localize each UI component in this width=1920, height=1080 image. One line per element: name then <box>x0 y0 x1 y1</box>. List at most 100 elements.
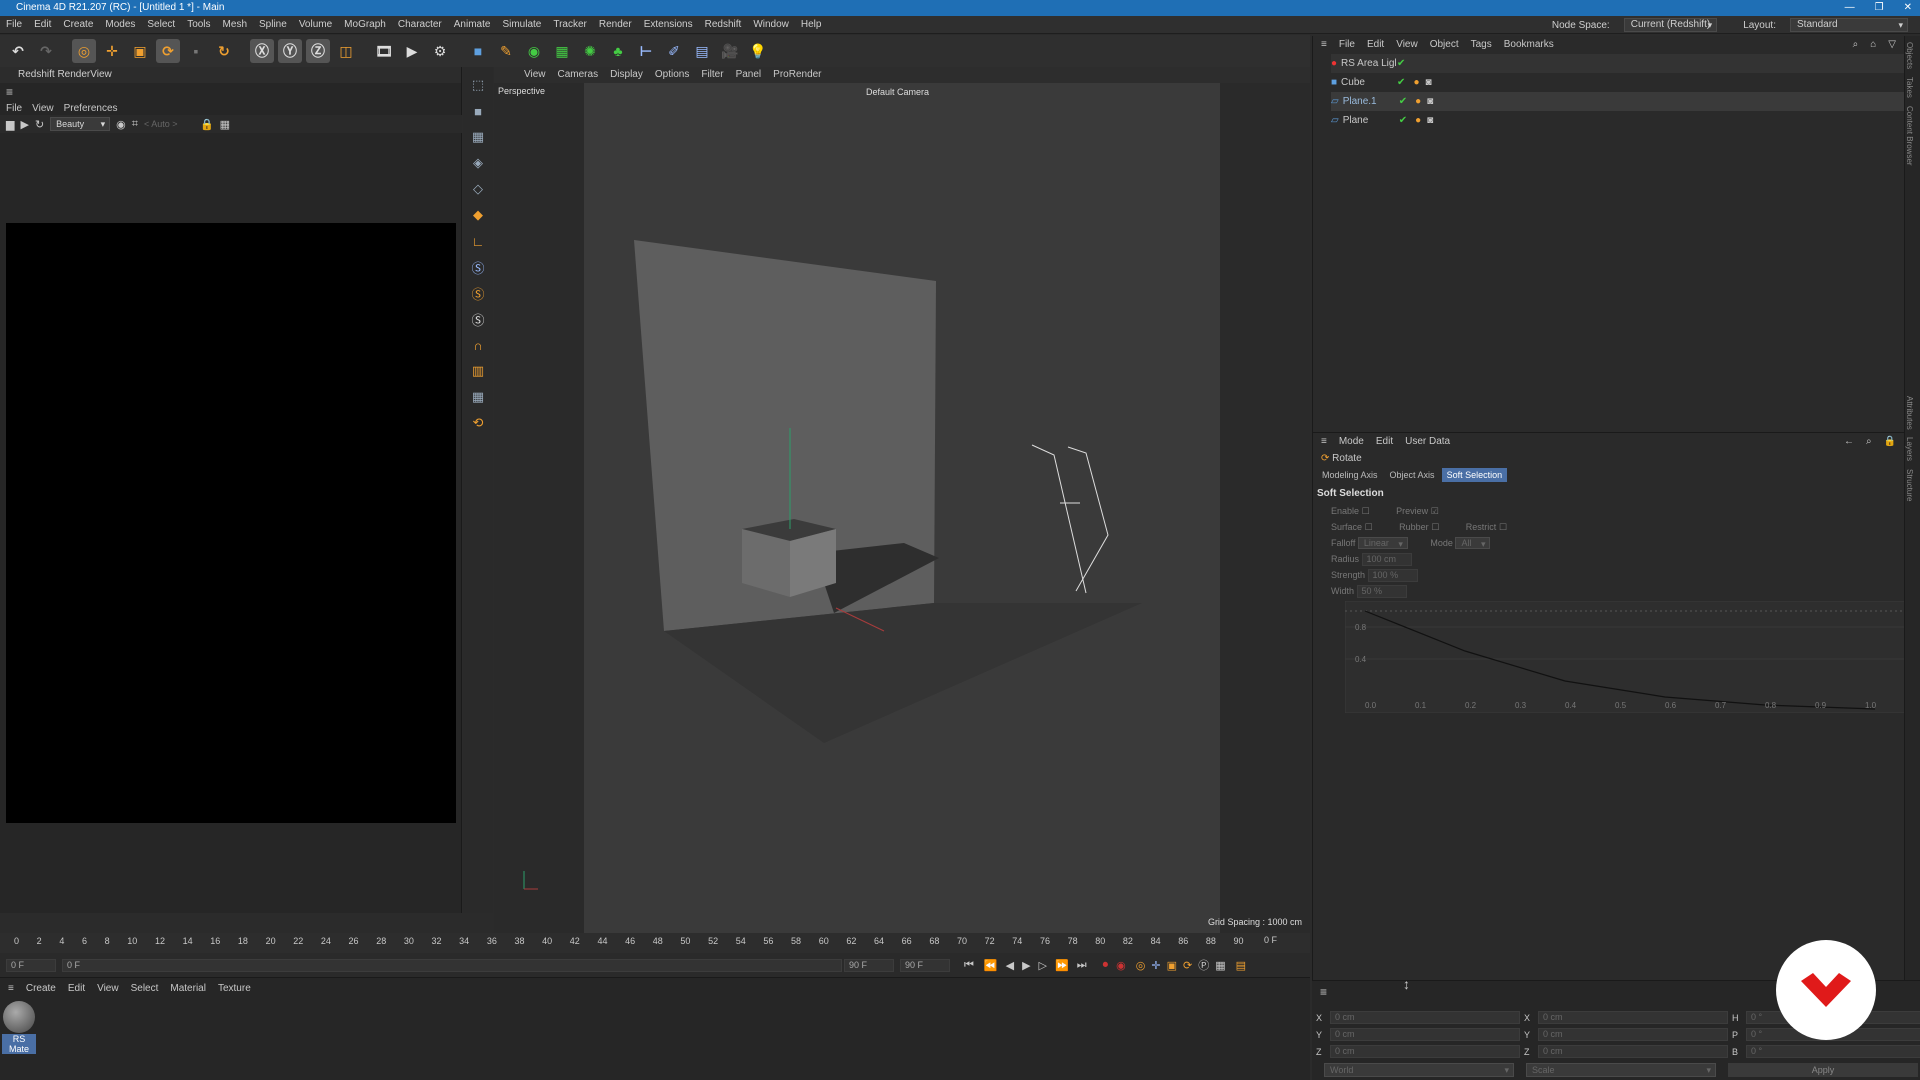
render-view-icon[interactable]: ▶ <box>400 39 424 63</box>
snap-settings-icon[interactable]: Ⓢ <box>466 281 490 305</box>
object-row[interactable]: ● RS Area Ligl ✔ <box>1331 54 1904 73</box>
object-row[interactable]: ▱ Plane.1 ✔ ● ◙ <box>1331 92 1904 111</box>
scale-icon[interactable]: ▣ <box>128 39 152 63</box>
radius-field[interactable]: 100 cm <box>1361 553 1412 566</box>
go-end-icon[interactable]: ⏭ <box>1077 959 1087 972</box>
search-icon[interactable]: ⌕ <box>1853 39 1859 51</box>
tag-icon[interactable]: ● <box>1415 115 1421 126</box>
mat-menu-create[interactable]: Create <box>26 983 56 994</box>
last-tool-icon[interactable]: ▪ <box>184 39 208 63</box>
record-icon[interactable]: ⏺ <box>1103 959 1109 972</box>
render-region-icon[interactable]: 🎞 <box>372 39 396 63</box>
save-icon[interactable]: ▆ <box>6 118 14 131</box>
falloff-graph[interactable]: 0.8 0.4 0.0 0.1 0.2 0.3 0.4 0.5 0.6 0.7 … <box>1345 601 1905 713</box>
menu-mograph[interactable]: MoGraph <box>338 19 392 30</box>
pos-x-field[interactable]: 0 cm <box>1330 1011 1520 1024</box>
object-row[interactable]: ■ Cube ✔ ● ◙ <box>1331 73 1904 92</box>
cloner-icon[interactable]: ✺ <box>578 39 602 63</box>
recent-tool-icon[interactable]: ↻ <box>212 39 236 63</box>
filter-icon[interactable]: ▽ <box>1888 39 1896 51</box>
vp-menu-filter[interactable]: Filter <box>701 67 723 83</box>
menu-file[interactable]: File <box>0 19 28 30</box>
preview-end-field[interactable]: 90 F <box>844 958 894 972</box>
play-forward-icon[interactable]: ▶ <box>1022 959 1030 972</box>
floor-icon[interactable]: ▤ <box>690 39 714 63</box>
render-settings-icon[interactable]: ⚙ <box>428 39 452 63</box>
width-field[interactable]: 50 % <box>1356 585 1407 598</box>
side-tab-content-browser[interactable]: Content Browser <box>1905 106 1914 166</box>
end-frame-field[interactable]: 90 F <box>900 958 950 972</box>
prev-key-icon[interactable]: ⏪ <box>984 959 998 972</box>
side-tab-objects[interactable]: Objects <box>1905 42 1914 69</box>
menu-simulate[interactable]: Simulate <box>496 19 547 30</box>
tag-icon[interactable]: ● <box>1415 96 1421 107</box>
vp-menu-options[interactable]: Options <box>655 67 689 83</box>
model-mode-icon[interactable]: ⬚ <box>466 73 490 97</box>
magnet-icon[interactable]: ∩ <box>466 333 490 357</box>
lock-icon[interactable]: 🔒 <box>200 118 214 131</box>
menu-spline[interactable]: Spline <box>253 19 293 30</box>
node-space-dropdown[interactable]: Current (Redshift) <box>1623 18 1718 32</box>
go-start-icon[interactable]: ⏮ <box>964 959 974 972</box>
menu-volume[interactable]: Volume <box>293 19 338 30</box>
panel-menu-icon[interactable]: ≡ <box>8 983 14 994</box>
attr-menu-mode[interactable]: Mode <box>1339 436 1364 448</box>
layout-dropdown[interactable]: Standard <box>1790 18 1908 32</box>
axis-mode-icon[interactable]: ∟ <box>466 229 490 253</box>
panel-menu-icon[interactable]: ≡ <box>6 85 13 99</box>
menu-redshift[interactable]: Redshift <box>699 19 748 30</box>
prev-frame-icon[interactable]: ◀ <box>1006 959 1014 972</box>
rv-menu-preferences[interactable]: Preferences <box>64 103 118 114</box>
falloff-dropdown[interactable]: Linear <box>1357 537 1408 549</box>
visibility-check-icon[interactable]: ✔ <box>1397 58 1405 69</box>
live-selection-icon[interactable]: ◎ <box>72 39 96 63</box>
pos-z-field[interactable]: 0 cm <box>1330 1045 1520 1058</box>
deformer-icon[interactable]: ⊢ <box>634 39 658 63</box>
field-icon[interactable]: ✐ <box>662 39 686 63</box>
vp-menu-panel[interactable]: Panel <box>736 67 762 83</box>
obj-menu-edit[interactable]: Edit <box>1367 39 1384 51</box>
obj-menu-view[interactable]: View <box>1396 39 1418 51</box>
menu-help[interactable]: Help <box>795 19 828 30</box>
mat-menu-material[interactable]: Material <box>170 983 206 994</box>
tab-modeling-axis[interactable]: Modeling Axis <box>1317 468 1383 482</box>
object-mode-icon[interactable]: ■ <box>466 99 490 123</box>
size-z-field[interactable]: 0 cm <box>1538 1045 1728 1058</box>
coord-mode-dropdown[interactable]: Scale <box>1526 1063 1716 1077</box>
menu-window[interactable]: Window <box>747 19 795 30</box>
viewport-canvas[interactable]: Perspective Default Camera Grid Spacing … <box>494 83 1310 933</box>
close-icon[interactable]: ✕ <box>1904 0 1912 16</box>
mode-dropdown[interactable]: All <box>1455 537 1491 549</box>
start-frame-field[interactable]: 0 F <box>6 958 56 972</box>
visibility-check-icon[interactable]: ✔ <box>1399 96 1407 107</box>
side-tab-takes[interactable]: Takes <box>1905 77 1914 98</box>
menu-select[interactable]: Select <box>141 19 181 30</box>
preview-range-slider[interactable]: 0 F <box>62 958 842 972</box>
array-icon[interactable]: ♣ <box>606 39 630 63</box>
menu-extensions[interactable]: Extensions <box>638 19 699 30</box>
material-tag-icon[interactable]: ◙ <box>1427 115 1433 126</box>
lock-icon[interactable]: 🔒 <box>1884 436 1896 448</box>
size-y-field[interactable]: 0 cm <box>1538 1028 1728 1041</box>
restrict-checkbox[interactable]: ☐ <box>1499 522 1507 532</box>
rv-menu-view[interactable]: View <box>32 103 54 114</box>
menu-edit[interactable]: Edit <box>28 19 57 30</box>
position-key-icon[interactable]: ✛ <box>1151 959 1160 972</box>
rotation-key-icon[interactable]: ⟳ <box>1183 959 1192 972</box>
subdivision-icon[interactable]: ◉ <box>522 39 546 63</box>
yaxis-icon[interactable]: Ⓨ <box>278 39 302 63</box>
workplane-icon[interactable]: ▥ <box>466 359 490 383</box>
cube-icon[interactable]: ■ <box>466 39 490 63</box>
rv-menu-file[interactable]: File <box>6 103 22 114</box>
mat-menu-view[interactable]: View <box>97 983 119 994</box>
mat-menu-edit[interactable]: Edit <box>68 983 85 994</box>
obj-menu-object[interactable]: Object <box>1430 39 1459 51</box>
strength-field[interactable]: 100 % <box>1367 569 1418 582</box>
obj-menu-tags[interactable]: Tags <box>1471 39 1492 51</box>
restore-icon[interactable]: ❐ <box>1875 0 1884 16</box>
side-tab-attributes[interactable]: Attributes <box>1905 396 1914 430</box>
coord-space-dropdown[interactable]: World <box>1324 1063 1514 1077</box>
material-tag-icon[interactable]: ◙ <box>1427 96 1433 107</box>
side-tab-structure[interactable]: Structure <box>1905 469 1914 501</box>
auto-dropdown[interactable]: < Auto > <box>144 119 194 129</box>
